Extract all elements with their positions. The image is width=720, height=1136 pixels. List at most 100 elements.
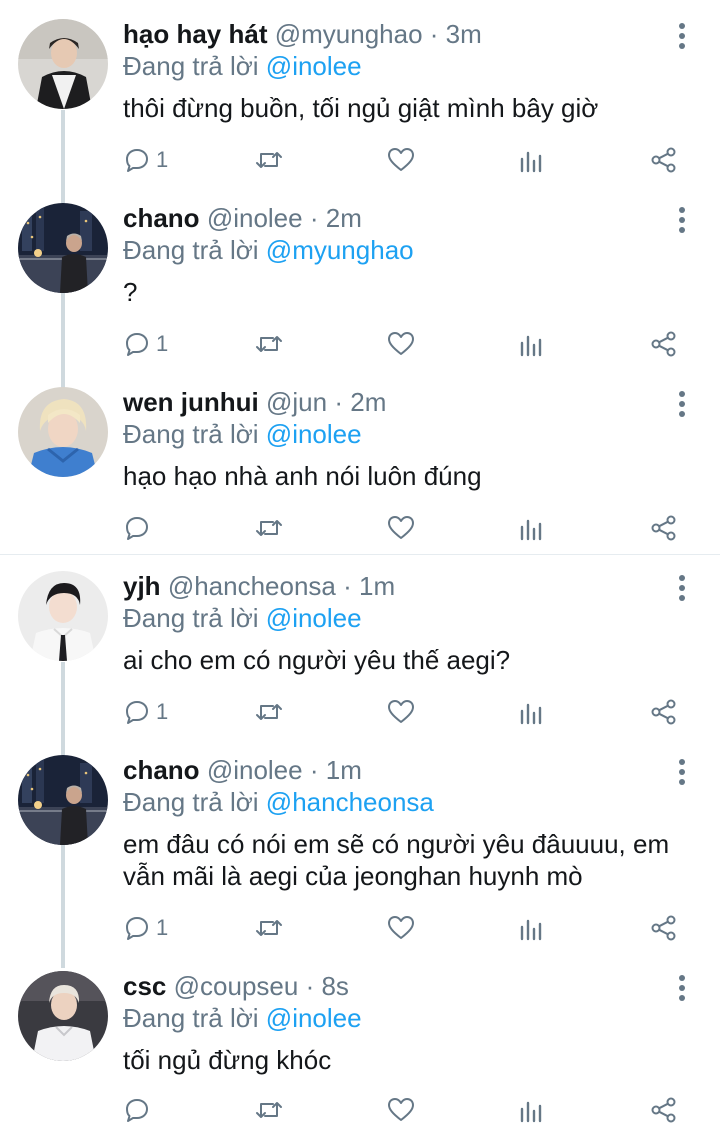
like-button[interactable] [387,1090,415,1130]
reply-button[interactable] [124,508,156,548]
tweet-feed: hạo hay hát @myunghao · 3m Đang trả lời … [0,0,720,1136]
retweet-button[interactable] [255,692,283,732]
mention-link[interactable]: @inolee [266,419,362,449]
separator-dot: · [429,19,439,49]
mention-link[interactable]: @myunghao [266,235,414,265]
replying-to: Đang trả lời @hancheonsa [123,786,434,818]
more-options-button[interactable] [672,573,692,603]
reply-button[interactable]: 1 [124,692,168,732]
replying-to: Đang trả lời @inolee [123,418,362,450]
retweet-button[interactable] [255,908,283,948]
share-button[interactable] [650,324,678,364]
mention-link[interactable]: @inolee [266,1003,362,1033]
like-button[interactable] [387,140,415,180]
like-button[interactable] [387,692,415,732]
retweet-icon [256,336,282,352]
display-name[interactable]: chano [123,203,200,233]
handle[interactable]: @inolee [207,203,303,233]
tweet[interactable]: hạo hay hát @myunghao · 3m Đang trả lời … [0,0,720,190]
analytics-button[interactable] [519,908,543,948]
analytics-button[interactable] [519,508,543,548]
reply-button[interactable] [124,1090,156,1130]
handle[interactable]: @hancheonsa [168,571,336,601]
mention-link[interactable]: @inolee [266,603,362,633]
share-button[interactable] [650,908,678,948]
tweet[interactable]: chano @inolee · 1m Đang trả lời @hancheo… [0,736,720,958]
more-options-button[interactable] [672,389,692,419]
display-name[interactable]: csc [123,971,166,1001]
avatar[interactable] [18,971,108,1061]
retweet-icon [256,1102,282,1118]
handle[interactable]: @jun [266,387,327,417]
more-options-button[interactable] [672,205,692,235]
avatar[interactable] [18,203,108,293]
bar-chart-icon [520,335,542,357]
tweet[interactable]: chano @inolee · 2m Đang trả lời @myungha… [0,184,720,374]
like-button[interactable] [387,908,415,948]
vertical-dots-icon [679,975,685,1001]
handle[interactable]: @coupseu [174,971,299,1001]
heart-icon [388,700,414,723]
share-button[interactable] [650,692,678,732]
heart-icon [388,148,414,171]
avatar[interactable] [18,571,108,661]
share-icon [651,515,676,541]
replying-to-label: Đang trả lời [123,419,259,449]
more-options-button[interactable] [672,757,692,787]
replying-to: Đang trả lời @myunghao [123,234,414,266]
tweet[interactable]: csc @coupseu · 8s Đang trả lời @inolee t… [0,952,720,1136]
action-bar [0,508,720,548]
share-button[interactable] [650,1090,678,1130]
replying-to-label: Đang trả lời [123,235,259,265]
avatar[interactable] [18,387,108,477]
separator-dot: · [334,387,343,417]
reply-button[interactable]: 1 [124,908,168,948]
reply-count: 1 [156,331,169,356]
reply-button[interactable]: 1 [124,324,168,364]
like-button[interactable] [387,324,415,364]
display-name[interactable]: chano [123,755,200,785]
retweet-button[interactable] [255,140,283,180]
display-name[interactable]: wen junhui [123,387,259,417]
replying-to-label: Đang trả lời [123,51,259,81]
display-name[interactable]: hạo hay hát [123,19,267,49]
tweet-text: tối ngủ đừng khóc [123,1045,332,1075]
separator-dot: · [305,971,315,1001]
analytics-button[interactable] [519,140,543,180]
heart-icon [388,1098,414,1121]
more-options-button[interactable] [672,973,692,1003]
tweet[interactable]: yjh @hancheonsa · 1m Đang trả lời @inole… [0,552,720,742]
reply-button[interactable]: 1 [124,140,168,180]
retweet-button[interactable] [255,324,283,364]
timestamp: 1m [325,755,362,785]
heart-icon [388,916,414,939]
action-bar [0,1090,720,1130]
mention-link[interactable]: @inolee [266,51,362,81]
handle[interactable]: @myunghao [275,19,423,49]
analytics-button[interactable] [519,1090,543,1130]
avatar-image [18,755,108,845]
avatar[interactable] [18,755,108,845]
avatar-image [18,203,108,293]
separator-dot: · [309,203,319,233]
timestamp: 2m [325,203,362,233]
mention-link[interactable]: @hancheonsa [266,787,434,817]
analytics-button[interactable] [519,324,543,364]
heart-icon [388,332,414,355]
analytics-button[interactable] [519,692,543,732]
vertical-dots-icon [679,575,685,601]
share-button[interactable] [650,140,678,180]
tweet[interactable]: wen junhui @jun · 2m Đang trả lời @inole… [0,368,720,554]
action-bar: 1 [0,908,720,948]
retweet-button[interactable] [255,1090,283,1130]
comment-bubble-icon [126,333,148,356]
avatar[interactable] [18,19,108,109]
retweet-button[interactable] [255,508,283,548]
handle[interactable]: @inolee [207,755,303,785]
like-button[interactable] [387,508,415,548]
comment-bubble-icon [126,149,148,172]
more-options-button[interactable] [672,21,692,51]
share-button[interactable] [650,508,678,548]
avatar-image [18,19,108,109]
display-name[interactable]: yjh [123,571,161,601]
